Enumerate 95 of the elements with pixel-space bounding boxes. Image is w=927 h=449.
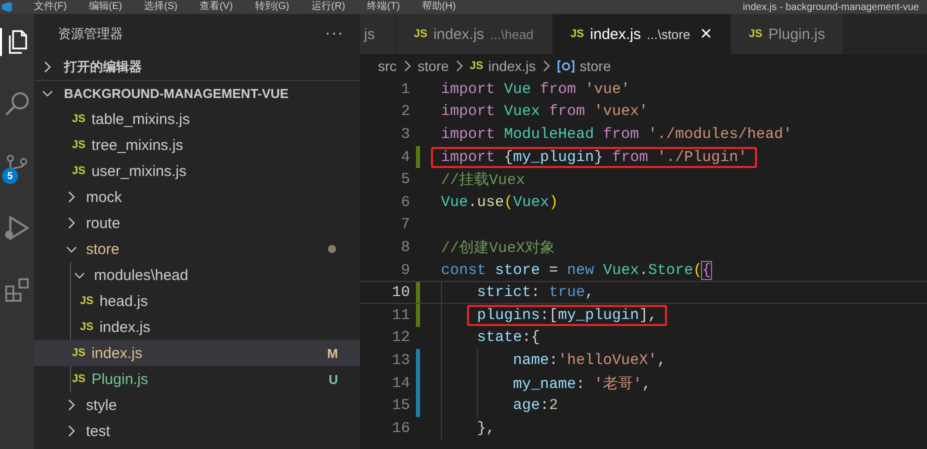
line-number: 10 — [390, 284, 410, 302]
code-line: import ModuleHead from './modules/head' — [440, 124, 794, 145]
chevron-down-icon — [42, 90, 53, 96]
code-line: name:'helloVueX', — [512, 350, 668, 371]
chevron-right-icon — [44, 61, 51, 73]
close-button[interactable]: × — [700, 22, 712, 46]
sidebar-title: 资源管理器 — [58, 25, 123, 43]
line-number: 13 — [390, 352, 410, 369]
folder-item[interactable]: route — [34, 210, 360, 236]
file-item[interactable]: JS user_mixins.js — [34, 158, 360, 184]
chevron-right-icon — [404, 60, 411, 72]
notification-badge: 5 — [2, 168, 18, 184]
js-file-icon: JS — [80, 321, 94, 333]
code-line: import Vue from 'vue' — [440, 80, 632, 100]
code-line: const store = new Vuex.Store({ — [440, 260, 712, 281]
code-line: my_name: '老哥', — [512, 374, 652, 395]
chevron-right-icon — [542, 60, 550, 72]
app-logo-icon — [2, 2, 12, 12]
chevron-right-icon — [68, 425, 75, 437]
folder-item[interactable]: mock — [34, 184, 360, 210]
menu-item[interactable]: 编辑(E) — [88, 1, 122, 13]
menu-item[interactable]: 转到(G) — [254, 1, 290, 13]
section-header[interactable]: 打开的编辑器 — [34, 54, 360, 80]
file-item[interactable]: JS Plugin.js U — [34, 366, 360, 392]
js-file-icon: JS — [414, 28, 428, 40]
line-number: 12 — [390, 329, 410, 346]
editor-tab[interactable]: js — [360, 14, 396, 54]
chevron-down-icon — [74, 272, 85, 278]
file-item[interactable]: JS head.js — [34, 288, 360, 314]
js-file-icon: JS — [72, 139, 86, 151]
editor-tab[interactable]: JS Plugin.js — [730, 14, 844, 54]
file-item[interactable]: JS index.js M — [34, 340, 360, 366]
js-file-icon: JS — [72, 373, 86, 385]
code-line: }, — [476, 418, 496, 439]
folder-item[interactable]: modules\head — [34, 262, 360, 288]
line-number: 5 — [400, 171, 410, 188]
menu-item[interactable]: 文件(F) — [34, 1, 67, 13]
code-line: strict: true, — [476, 283, 596, 304]
code-line: age:2 — [512, 396, 560, 416]
breadcrumb-item[interactable]: store — [580, 58, 611, 74]
line-number: 1 — [400, 80, 410, 98]
search-icon — [5, 92, 29, 116]
editor-tab[interactable]: JS index.js ...\head — [396, 14, 553, 54]
chevron-right-icon — [456, 60, 463, 72]
chevron-right-icon — [68, 399, 75, 411]
line-number: 15 — [390, 397, 410, 414]
code-line: state:{ — [476, 328, 542, 348]
line-number: 3 — [400, 126, 410, 143]
breadcrumb-item[interactable]: index.js — [488, 58, 536, 74]
run-debug-icon — [5, 216, 29, 240]
menu-item[interactable]: 终端(T) — [367, 1, 400, 13]
breadcrumb-item[interactable]: store — [418, 58, 449, 74]
code-line: //创建VueX对象 — [440, 238, 556, 259]
menu-item[interactable]: 选择(S) — [144, 1, 178, 13]
folder-item[interactable]: test — [34, 418, 360, 444]
js-file-icon: JS — [72, 165, 86, 177]
window-title: index.js - background-management-vue — [742, 2, 919, 12]
file-item[interactable]: JS table_mixins.js — [34, 106, 360, 132]
chevron-down-icon — [66, 246, 77, 252]
folder-item[interactable]: style — [34, 392, 360, 418]
menu-item[interactable]: 运行(R) — [311, 1, 346, 13]
extensions-icon — [5, 278, 29, 302]
chevron-right-icon — [68, 191, 75, 203]
code-line: import Vuex from 'vuex' — [440, 102, 650, 122]
file-item[interactable]: JS tree_mixins.js — [34, 132, 360, 158]
js-file-icon: JS — [748, 28, 762, 40]
menu-item[interactable]: 帮助(H) — [422, 1, 456, 13]
line-number: 7 — [400, 216, 410, 234]
more-actions-button[interactable]: ··· — [325, 25, 344, 43]
files-icon — [6, 30, 30, 54]
git-status: M — [327, 346, 338, 360]
folder-item[interactable]: store — [34, 236, 360, 262]
line-number: 6 — [400, 194, 410, 211]
chevron-right-icon — [68, 217, 75, 229]
line-number: 9 — [400, 262, 410, 279]
menu-item[interactable]: 查看(V) — [199, 1, 233, 13]
js-file-icon: JS — [72, 347, 86, 359]
line-number: 14 — [390, 374, 410, 392]
line-number: 16 — [390, 420, 410, 437]
js-file-icon: JS — [570, 28, 584, 40]
line-number: 8 — [400, 238, 410, 256]
code-line: //挂载Vuex — [440, 170, 526, 192]
code-line: Vue.use(Vuex) — [440, 192, 560, 213]
line-number: 2 — [400, 103, 410, 120]
editor-tab[interactable]: JS index.js ...\store × — [552, 14, 731, 54]
git-status: U — [328, 372, 338, 386]
line-number: 11 — [390, 306, 410, 324]
section-header[interactable]: BACKGROUND-MANAGEMENT-VUE — [34, 80, 360, 106]
line-number: 4 — [400, 148, 410, 166]
symbol-icon — [556, 60, 575, 72]
js-file-icon: JS — [80, 295, 94, 307]
js-file-icon: JS — [72, 113, 86, 125]
breadcrumb-item[interactable]: src — [378, 58, 397, 74]
js-file-icon: JS — [470, 60, 484, 72]
file-item[interactable]: JS index.js — [34, 314, 360, 340]
